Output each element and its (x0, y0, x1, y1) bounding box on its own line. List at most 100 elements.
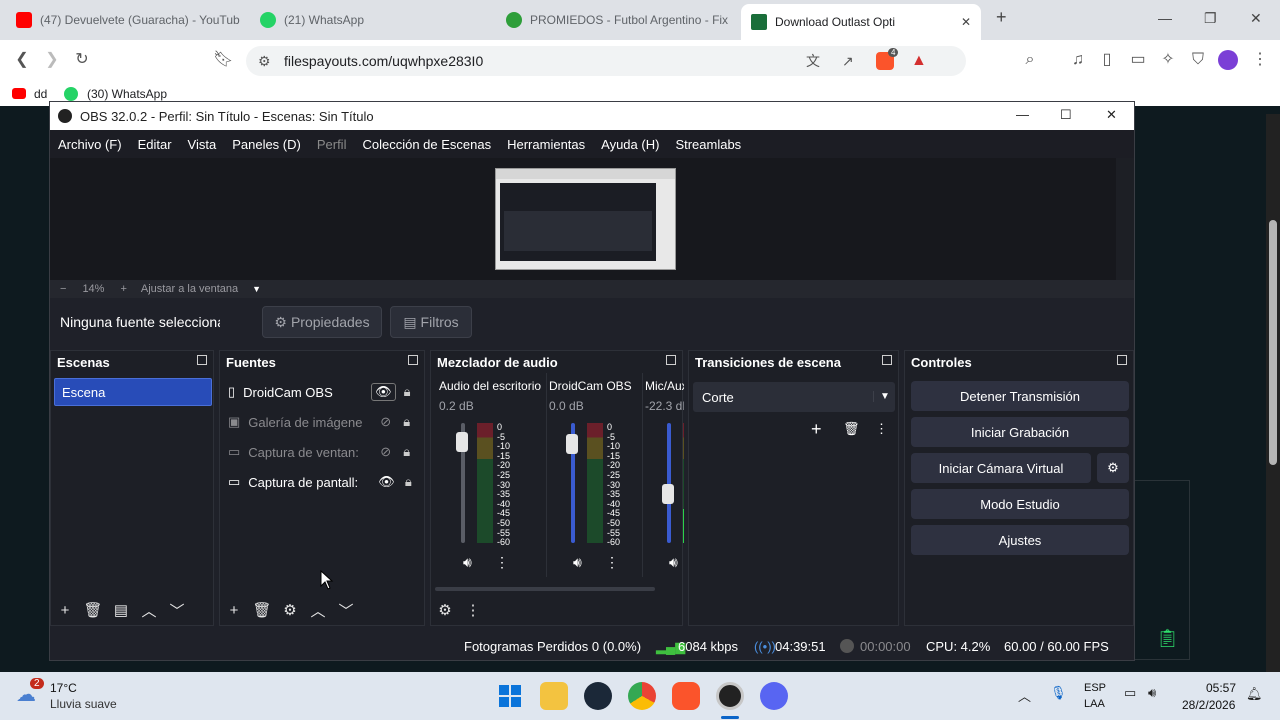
close-icon[interactable]: ✕ (1106, 107, 1117, 123)
notification-bell-icon[interactable]: 🔔︎ (1246, 686, 1263, 702)
trash-icon[interactable]: 🗑︎ (248, 601, 276, 619)
chevron-up-icon[interactable]: ︿ (304, 600, 332, 621)
undock-icon[interactable] (408, 355, 418, 365)
visibility-eye-icon[interactable]: 👁︎ (378, 474, 395, 490)
lock-icon[interactable]: 🔒︎ (404, 384, 411, 400)
tab-whatsapp[interactable]: (21) WhatsApp (250, 6, 490, 34)
mixer-scrollbar[interactable] (435, 587, 655, 591)
start-recording-button[interactable]: Iniciar Grabación (911, 417, 1129, 447)
close-window-icon[interactable]: ✕ (1250, 10, 1262, 27)
share-icon[interactable]: ↗ (842, 53, 854, 70)
more-options-icon[interactable]: ⋮ (605, 554, 619, 571)
source-item[interactable]: ▭ Captura de pantall: 👁︎ 🔒︎ (228, 468, 418, 496)
zoom-dropdown-icon[interactable]: ▼ (252, 284, 261, 294)
lock-icon[interactable]: 🔒︎ (403, 444, 410, 460)
speaker-icon[interactable]: 🔊︎ (573, 554, 582, 571)
undock-icon[interactable] (1117, 355, 1127, 365)
studio-mode-button[interactable]: Modo Estudio (911, 489, 1129, 519)
media-icon[interactable]: ♫ (1068, 50, 1088, 70)
bookmark-dd[interactable]: dd (34, 87, 47, 101)
minimize-icon[interactable]: — (1016, 107, 1029, 122)
virtual-camera-settings-icon[interactable]: ⚙ (1097, 453, 1129, 483)
menu-editar[interactable]: Editar (130, 137, 180, 152)
clipboard-icon[interactable]: 📋︎ (1156, 628, 1179, 649)
new-tab-icon[interactable]: + (996, 7, 1007, 28)
discord-icon[interactable] (760, 682, 788, 710)
menu-vista[interactable]: Vista (180, 137, 225, 152)
scrollbar-thumb[interactable] (1269, 220, 1277, 465)
tab-promiedos[interactable]: PROMIEDOS - Futbol Argentino - Fix (496, 6, 736, 34)
start-virtual-camera-button[interactable]: Iniciar Cámara Virtual (911, 453, 1091, 483)
scene-item[interactable]: Escena (54, 378, 212, 406)
source-item[interactable]: ▯ DroidCam OBS 👁︎ 🔒︎ (228, 378, 418, 406)
bookmark-whatsapp[interactable]: (30) WhatsApp (87, 87, 167, 101)
menu-perfil[interactable]: Perfil (309, 137, 355, 152)
chevron-down-icon[interactable]: ﹀ (332, 600, 360, 621)
filter-icon[interactable]: ▤ (107, 601, 135, 619)
search-tabs-icon[interactable]: ⌕ (1020, 50, 1040, 70)
menu-coleccion[interactable]: Colección de Escenas (354, 137, 499, 152)
preview-scrollbar[interactable] (1116, 158, 1134, 280)
visibility-eye-icon[interactable]: 👁︎ (371, 383, 396, 401)
chevron-up-icon[interactable]: ︿ (1018, 686, 1031, 705)
chevron-down-icon[interactable]: ﹀ (163, 600, 191, 621)
minimize-icon[interactable]: — (1158, 10, 1172, 26)
menu-ayuda[interactable]: Ayuda (H) (593, 137, 667, 152)
add-icon[interactable]: + (51, 602, 79, 619)
site-settings-icon[interactable]: ⚙ (258, 53, 271, 70)
brave-rewards-icon[interactable]: ▲ (911, 52, 927, 70)
wallet-icon[interactable]: ▭ (1128, 50, 1148, 70)
zoom-out-icon[interactable]: − (60, 283, 66, 295)
add-icon[interactable]: + (220, 602, 248, 619)
settings-button[interactable]: Ajustes (911, 525, 1129, 555)
gear-icon[interactable]: ⚙ (276, 601, 304, 619)
file-explorer-icon[interactable] (540, 682, 568, 710)
volume-fader-handle[interactable] (662, 483, 674, 504)
tab-youtube[interactable]: (47) Devuelvete (Guaracha) - YouTub (6, 6, 246, 34)
address-bar[interactable]: ⚙ filespayouts.com/uqwhpxe283I0 文 ↗ 4 ▲ (246, 46, 966, 76)
menu-herramientas[interactable]: Herramientas (499, 137, 593, 152)
advanced-audio-gear-icon[interactable]: ⚙ (431, 601, 459, 619)
speaker-icon[interactable]: 🔊︎ (463, 554, 472, 571)
leo-ai-icon[interactable]: ✧ (1158, 50, 1178, 70)
clock-date[interactable]: 28/2/2026 (1182, 698, 1235, 712)
clock-time[interactable]: 05:57 (1206, 681, 1236, 695)
add-icon[interactable]: + (811, 419, 822, 440)
chevron-up-icon[interactable]: ︿ (135, 600, 163, 621)
close-tab-icon[interactable]: ✕ (961, 15, 971, 29)
microphone-icon[interactable]: 🎙︎ (1050, 685, 1067, 701)
back-icon[interactable]: ❮ (12, 50, 32, 70)
hidden-eye-icon[interactable]: ⊘ (380, 444, 391, 460)
volume-fader-handle[interactable] (456, 431, 468, 452)
menu-streamlabs[interactable]: Streamlabs (667, 137, 749, 152)
more-options-icon[interactable]: ⋮ (459, 601, 487, 619)
translate-icon[interactable]: 文 (806, 51, 820, 71)
source-item[interactable]: ▭ Captura de ventan: ⊘ 🔒︎ (228, 438, 418, 466)
brave-icon[interactable] (672, 682, 700, 710)
language-top[interactable]: ESP (1084, 682, 1106, 694)
profile-avatar[interactable] (1218, 50, 1238, 70)
reload-icon[interactable]: ↻ (72, 50, 92, 70)
hidden-eye-icon[interactable]: ⊘ (380, 414, 391, 430)
menu-paneles[interactable]: Paneles (D) (224, 137, 309, 152)
speaker-icon[interactable]: 🔊︎ (669, 554, 678, 571)
volume-icon[interactable]: 🔊︎ (1148, 685, 1156, 701)
preview-area[interactable] (50, 158, 1134, 280)
language-bottom[interactable]: LAA (1084, 698, 1105, 710)
menu-archivo[interactable]: Archivo (F) (50, 137, 130, 152)
undock-icon[interactable] (197, 355, 207, 365)
more-options-icon[interactable]: ⋮ (875, 421, 888, 437)
transition-select[interactable]: Corte ▼ (693, 382, 895, 412)
undock-icon[interactable] (882, 355, 892, 365)
start-button[interactable] (496, 682, 524, 710)
chrome-icon[interactable] (628, 682, 656, 710)
properties-button[interactable]: ⚙ Propiedades (262, 306, 382, 338)
menu-icon[interactable]: ⋮ (1250, 50, 1270, 70)
trash-icon[interactable]: 🗑︎ (843, 421, 860, 437)
source-item[interactable]: ▣ Galería de imágene ⊘ 🔒︎ (228, 408, 418, 436)
lock-icon[interactable]: 🔒︎ (403, 414, 410, 430)
zoom-in-icon[interactable]: + (120, 283, 126, 295)
vpn-icon[interactable]: ⛉ (1188, 50, 1208, 70)
maximize-icon[interactable]: ☐ (1060, 107, 1072, 123)
lock-icon[interactable]: 🔒︎ (405, 474, 412, 490)
